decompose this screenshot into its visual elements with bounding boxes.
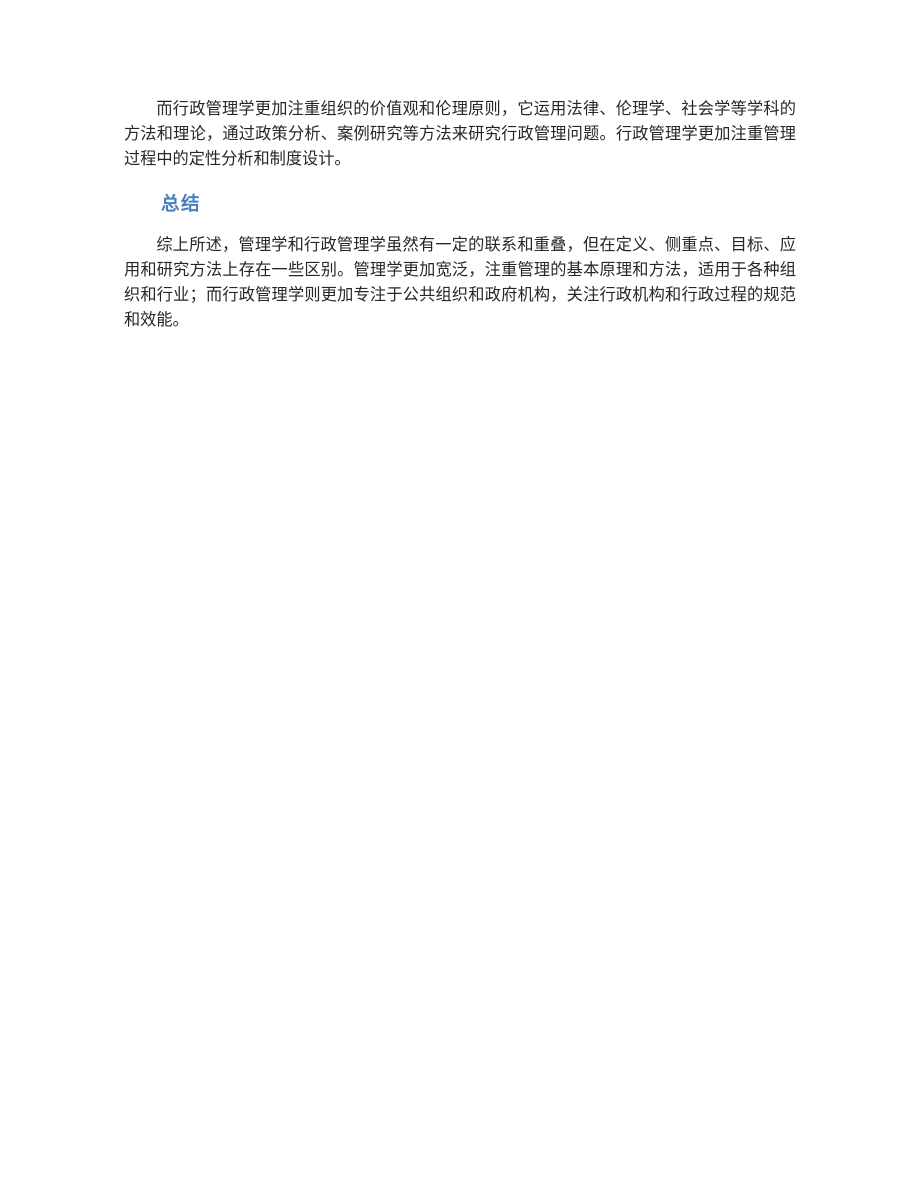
paragraph-public-administration-values: 而行政管理学更加注重组织的价值观和伦理原则，它运用法律、伦理学、社会学等学科的方… <box>124 99 796 169</box>
heading-summary: 总结 <box>161 193 202 215</box>
spacer-before-heading <box>124 172 796 192</box>
spacer-after-heading <box>124 218 796 232</box>
document-page: 而行政管理学更加注重组织的价值观和伦理原则，它运用法律、伦理学、社会学等学科的方… <box>0 0 920 1191</box>
paragraph-summary-body: 综上所述，管理学和行政管理学虽然有一定的联系和重叠，但在定义、侧重点、目标、应用… <box>124 234 796 330</box>
document-content-area: 而行政管理学更加注重组织的价值观和伦理原则，它运用法律、伦理学、社会学等学科的方… <box>124 96 796 332</box>
